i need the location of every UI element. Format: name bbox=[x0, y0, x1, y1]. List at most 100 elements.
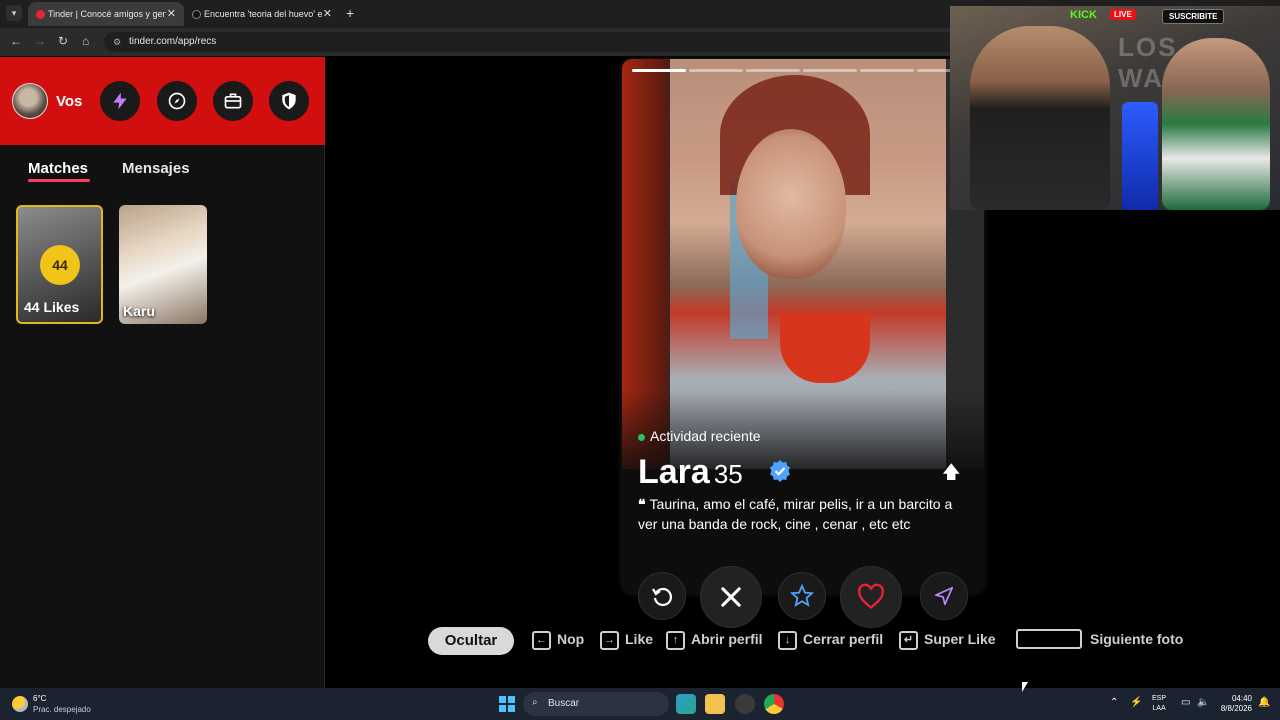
microphone bbox=[1122, 102, 1158, 210]
photo-progress-segment[interactable] bbox=[689, 69, 743, 72]
shortcut-next-photo: Siguiente foto bbox=[1090, 631, 1184, 647]
quote-icon: ❝ bbox=[638, 496, 646, 512]
photo-progress-segment[interactable] bbox=[746, 69, 800, 72]
online-dot-icon bbox=[638, 433, 645, 441]
nope-icon bbox=[721, 587, 741, 607]
address-bar[interactable]: ⚙ tinder.com/app/recs bbox=[104, 32, 1004, 52]
photo-progress-segment[interactable] bbox=[632, 69, 686, 72]
compass-icon bbox=[168, 92, 186, 110]
kick-logo: KICK bbox=[1070, 9, 1097, 21]
notification-bell-icon[interactable]: 🔔 bbox=[1258, 697, 1270, 708]
nope-button[interactable] bbox=[700, 566, 762, 628]
photo-progress-segment[interactable] bbox=[803, 69, 857, 72]
boost-send-button[interactable] bbox=[920, 572, 968, 620]
open-profile-icon[interactable]: 🡅 bbox=[942, 460, 961, 490]
shortcut-like: → Like bbox=[600, 631, 653, 650]
streamer-right bbox=[1162, 38, 1270, 210]
shortcut-label: Cerrar perfil bbox=[803, 631, 884, 648]
rewind-button[interactable] bbox=[638, 572, 686, 620]
avatar[interactable] bbox=[12, 83, 48, 119]
up-arrow-key-icon: ↑ bbox=[666, 631, 685, 650]
weather-description[interactable]: Prac. despejado bbox=[33, 705, 91, 714]
explore-button[interactable] bbox=[157, 81, 197, 121]
action-bar bbox=[638, 566, 968, 628]
lightning-icon bbox=[113, 92, 127, 110]
profile-label[interactable]: Vos bbox=[56, 93, 82, 110]
verified-badge-icon bbox=[770, 460, 790, 482]
show-hidden-icons-icon[interactable]: ⌃ bbox=[1110, 697, 1118, 708]
tab-tinder[interactable]: Tinder | Conocé amigos y gente ✕ bbox=[28, 2, 184, 26]
photo-progress-bar bbox=[632, 69, 971, 73]
monitor-icon[interactable]: ▭ bbox=[1181, 697, 1190, 708]
work-mode-button[interactable] bbox=[213, 81, 253, 121]
clock-date: 8/8/2026 bbox=[1220, 704, 1252, 713]
tab-close-icon[interactable]: ✕ bbox=[323, 7, 332, 20]
url-text: tinder.com/app/recs bbox=[129, 36, 217, 47]
system-clock[interactable]: 04:40 8/8/2026 bbox=[1216, 694, 1252, 714]
reload-icon[interactable]: ↻ bbox=[58, 34, 68, 48]
edge-icon[interactable] bbox=[676, 694, 696, 714]
chrome-icon[interactable] bbox=[764, 694, 784, 714]
likes-label: 44 Likes bbox=[24, 299, 80, 315]
shortcut-close-profile: ↓ Cerrar perfil bbox=[778, 631, 883, 650]
boost-button[interactable] bbox=[100, 81, 140, 121]
shield-icon bbox=[282, 92, 296, 110]
down-arrow-key-icon: ↓ bbox=[778, 631, 797, 650]
network-icon[interactable]: ⚡ bbox=[1130, 697, 1142, 708]
search-icon: ⌕ bbox=[532, 697, 538, 708]
app-icon[interactable] bbox=[735, 694, 755, 714]
profile-name: Lara bbox=[638, 453, 710, 491]
space-key-icon bbox=[1016, 629, 1082, 649]
hide-shortcuts-button[interactable]: Ocultar bbox=[428, 627, 514, 655]
right-arrow-key-icon: → bbox=[600, 631, 619, 650]
clock-time: 04:40 bbox=[1231, 694, 1252, 703]
windows-start-icon[interactable] bbox=[499, 696, 515, 712]
safety-button[interactable] bbox=[269, 81, 309, 121]
photo-face bbox=[736, 129, 846, 279]
tab-close-icon[interactable]: ✕ bbox=[167, 7, 176, 20]
taskbar-search[interactable]: ⌕ Buscar bbox=[523, 692, 669, 716]
sidebar-header: Vos bbox=[0, 57, 325, 145]
shortcut-open-profile: ↑ Abrir perfil bbox=[666, 631, 763, 650]
mouse-cursor-icon bbox=[1022, 682, 1028, 692]
stream-webcam-overlay: LOS WARINO KICK LIVE SUSCRIBITE bbox=[950, 6, 1280, 210]
volume-icon[interactable]: 🔈 bbox=[1197, 697, 1209, 708]
rewind-icon bbox=[652, 587, 673, 607]
send-icon bbox=[934, 586, 954, 606]
tab-messages[interactable]: Mensajes bbox=[122, 160, 190, 177]
photo-progress-segment[interactable] bbox=[860, 69, 914, 72]
shortcut-label: Like bbox=[625, 631, 654, 648]
bio-text: Taurina, amo el café, mirar pelis, ir a … bbox=[638, 496, 953, 532]
shortcut-label: Super Like bbox=[924, 631, 996, 648]
weather-icon[interactable] bbox=[12, 696, 28, 712]
photo-clothing bbox=[780, 313, 870, 383]
like-icon bbox=[858, 583, 884, 609]
tab-tiktok[interactable]: Encuentra 'teoria del huevo' en ✕ bbox=[184, 2, 340, 26]
tab-matches[interactable]: Matches bbox=[28, 160, 88, 177]
home-icon[interactable]: ⌂ bbox=[82, 34, 89, 48]
name-row: Lara 35 bbox=[638, 453, 790, 492]
lang-code: ESP bbox=[1152, 695, 1167, 702]
profile-card[interactable]: Actividad reciente Lara 35 🡅 ❝ Taurina, am… bbox=[622, 59, 984, 593]
match-card[interactable]: Karu bbox=[119, 205, 207, 324]
shortcut-nope: ← Nop bbox=[532, 631, 584, 650]
forward-icon[interactable]: → bbox=[34, 34, 46, 48]
back-icon[interactable]: ← bbox=[10, 34, 22, 48]
shortcut-super-like: ↵ Super Like bbox=[899, 631, 996, 650]
weather-temperature[interactable]: 6°C bbox=[33, 694, 46, 703]
sidebar: Vos Matches Mensajes 44 44 Likes Karu bbox=[0, 57, 325, 688]
shortcut-label: Abrir perfil bbox=[691, 631, 763, 648]
site-info-icon[interactable]: ⚙ bbox=[113, 37, 121, 48]
profile-bio: ❝ Taurina, amo el café, mirar pelis, ir a… bbox=[638, 494, 956, 534]
like-button[interactable] bbox=[840, 566, 902, 628]
new-tab-button[interactable]: + bbox=[346, 5, 354, 21]
likes-card[interactable]: 44 44 Likes bbox=[16, 205, 103, 324]
tiktok-favicon-icon bbox=[192, 10, 201, 19]
super-like-button[interactable] bbox=[778, 572, 826, 620]
shortcut-label: Nop bbox=[557, 631, 585, 648]
streamer-left bbox=[970, 26, 1110, 210]
language-indicator[interactable]: ESP LAA bbox=[1152, 694, 1166, 714]
file-explorer-icon[interactable] bbox=[705, 694, 725, 714]
tinder-favicon-icon bbox=[36, 10, 45, 19]
tab-search-button[interactable]: ▾ bbox=[6, 5, 22, 21]
